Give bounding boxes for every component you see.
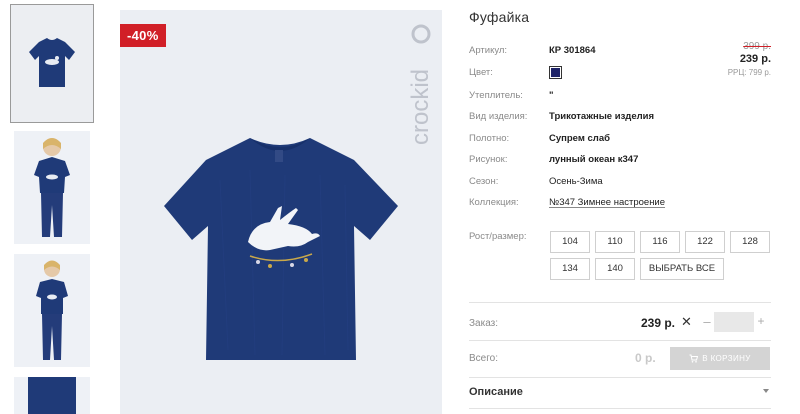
attr-label-collection: Коллекция: (469, 197, 519, 208)
old-price: 399 р. (743, 41, 771, 52)
shirt-thumbnail-image (29, 38, 75, 87)
attr-label-pattern: Рисунок: (469, 154, 508, 165)
attr-label-insulation: Утеплитель: (469, 90, 523, 101)
main-product-image: -40% crockid (120, 10, 442, 414)
attr-label-color: Цвет: (469, 67, 493, 78)
rrc-price: РРЦ: 799 р. (727, 68, 771, 77)
size-button-134[interactable]: 134 (550, 258, 590, 280)
color-swatch[interactable] (549, 66, 562, 79)
thumbnail-shirt[interactable] (10, 4, 94, 123)
size-label: Рост/размер: (469, 231, 527, 242)
attr-label-season: Сезон: (469, 176, 499, 187)
model-thumbnail-image (14, 131, 90, 244)
add-to-cart-button[interactable]: В КОРЗИНУ (670, 347, 770, 370)
cart-button-label: В КОРЗИНУ (702, 354, 751, 363)
description-toggle[interactable]: Описание (469, 386, 523, 398)
size-button-140[interactable]: 140 (595, 258, 635, 280)
attr-value-fabric: Супрем слаб (549, 133, 610, 144)
divider (469, 377, 771, 378)
thumbnail-closeup[interactable] (14, 377, 90, 414)
attr-label-type: Вид изделия: (469, 111, 528, 122)
select-all-sizes-button[interactable]: ВЫБРАТЬ ВСЕ (640, 258, 724, 280)
divider (469, 408, 771, 409)
total-label: Всего: (469, 353, 498, 364)
decrease-quantity-button[interactable]: – (701, 314, 713, 329)
thumbnail-model-front[interactable] (14, 131, 90, 244)
color-swatch-fill (551, 68, 560, 77)
size-button-116[interactable]: 116 (640, 231, 680, 253)
attr-value-pattern: лунный океан к347 (549, 154, 639, 165)
size-button-122[interactable]: 122 (685, 231, 725, 253)
product-title: Фуфайка (469, 9, 530, 25)
increase-quantity-button[interactable]: + (755, 314, 767, 328)
thumbnail-model-standing[interactable] (14, 254, 90, 367)
total-value: 0 р. (635, 351, 656, 365)
size-button-110[interactable]: 110 (595, 231, 635, 253)
model-thumbnail-image (14, 254, 90, 367)
divider (469, 340, 771, 341)
attr-value-season: Осень-Зима (549, 176, 603, 187)
multiply-icon: ✕ (681, 314, 692, 329)
attr-value-insulation: " (549, 90, 554, 101)
current-price: 239 р. (739, 53, 771, 65)
order-price: 239 р. (641, 316, 676, 330)
closeup-thumbnail-image (14, 377, 90, 414)
attr-label-article: Артикул: (469, 45, 508, 56)
size-button-128[interactable]: 128 (730, 231, 770, 253)
quantity-input[interactable] (714, 312, 754, 332)
chevron-down-icon[interactable] (763, 389, 769, 393)
attr-label-fabric: Полотно: (469, 133, 510, 144)
divider (469, 302, 771, 303)
attr-value-type: Трикотажные изделия (549, 111, 655, 122)
attr-value-article: КР 301864 (549, 45, 596, 56)
order-label: Заказ: (469, 318, 499, 329)
collection-link[interactable]: №347 Зимнее настроение (549, 197, 665, 208)
shirt-image (164, 138, 398, 360)
size-button-104[interactable]: 104 (550, 231, 590, 253)
cart-icon (689, 354, 699, 363)
